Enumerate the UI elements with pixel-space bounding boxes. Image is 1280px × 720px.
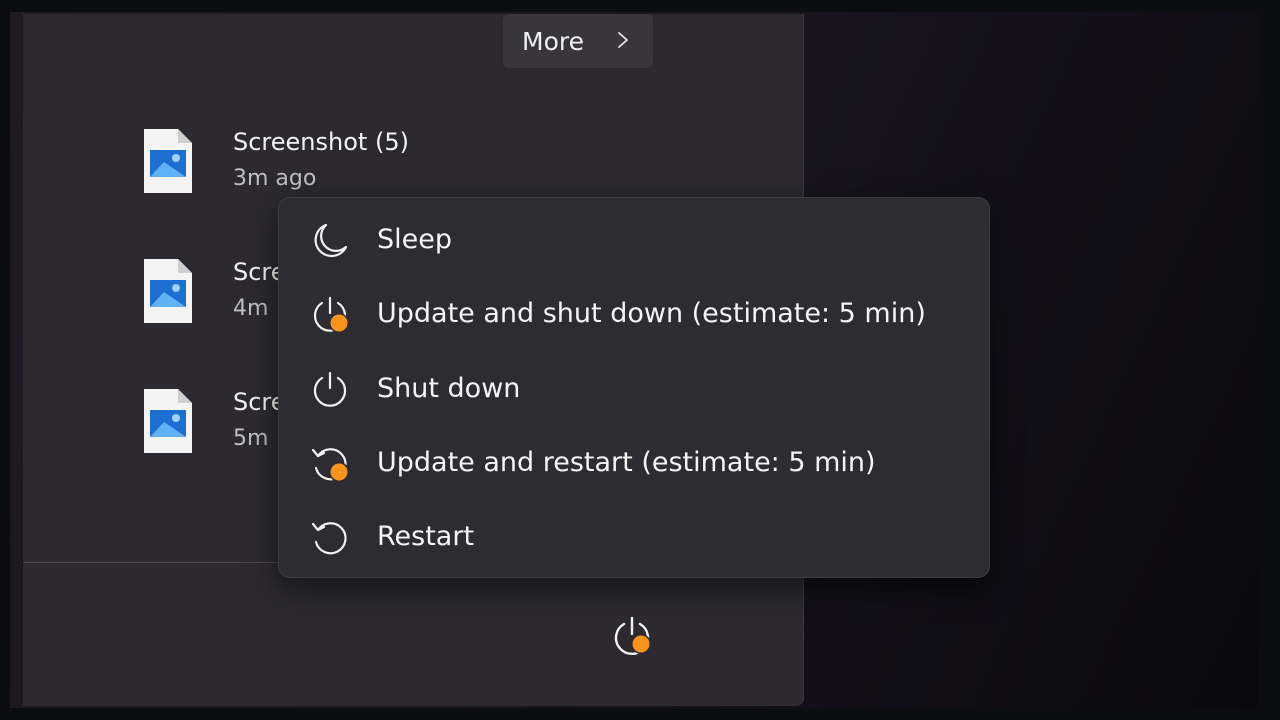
image-file-icon (144, 389, 192, 453)
power-button-update-icon[interactable] (606, 612, 658, 664)
menu-item-shut-down[interactable]: Shut down (279, 359, 989, 421)
menu-item-label: Sleep (377, 224, 453, 255)
recent-item-time: 4m (233, 296, 269, 321)
chevron-right-icon (618, 32, 628, 48)
recent-item-time: 5m (233, 426, 269, 451)
more-button[interactable]: More (503, 14, 653, 68)
menu-item-sleep[interactable]: Sleep (279, 210, 989, 272)
menu-item-label: Shut down (377, 373, 521, 404)
image-file-icon (144, 129, 192, 193)
power-icon (313, 371, 347, 407)
recent-item[interactable]: Screenshot (5) 3m ago (142, 128, 502, 198)
image-file-icon (144, 259, 192, 323)
menu-item-label: Update and restart (estimate: 5 min) (377, 447, 876, 478)
recent-item-title: Screenshot (5) (233, 128, 409, 156)
menu-item-update-and-shut-down[interactable]: Update and shut down (estimate: 5 min) (279, 284, 989, 346)
moon-icon (314, 223, 348, 258)
restart-update-icon (311, 448, 349, 482)
more-button-label: More (522, 26, 584, 56)
restart-icon (311, 522, 347, 555)
menu-item-update-and-restart[interactable]: Update and restart (estimate: 5 min) (279, 433, 989, 495)
menu-item-label: Restart (377, 521, 475, 552)
menu-item-restart[interactable]: Restart (279, 507, 989, 569)
recent-item-time: 3m ago (233, 166, 317, 191)
menu-item-label: Update and shut down (estimate: 5 min) (377, 298, 926, 329)
power-options-menu: Sleep Update and shut down (estimate: 5 … (278, 197, 990, 578)
power-update-icon (313, 296, 349, 333)
